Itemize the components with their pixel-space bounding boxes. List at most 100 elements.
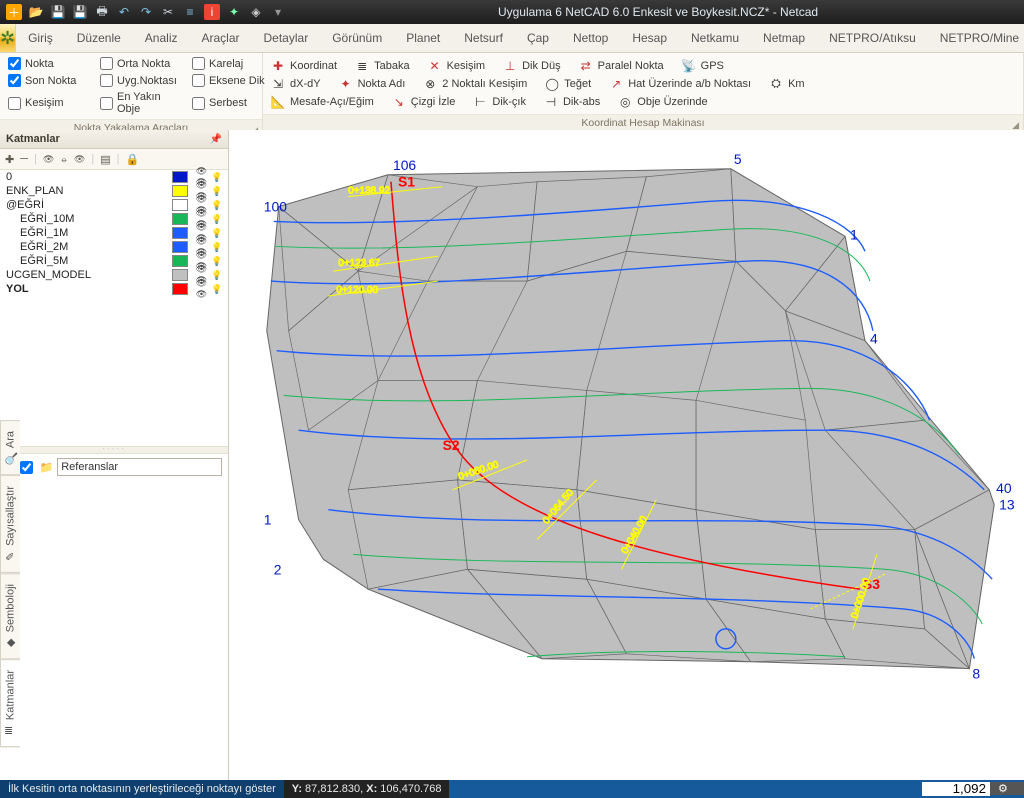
layer-color-swatch[interactable] bbox=[172, 227, 188, 239]
tool-cizgi[interactable]: ↘Çizgi İzle bbox=[392, 95, 456, 109]
menu-detaylar[interactable]: Detaylar bbox=[252, 24, 321, 52]
menu-giris[interactable]: Giriş bbox=[16, 24, 65, 52]
snap-nokta[interactable]: Nokta bbox=[8, 57, 86, 70]
tool-teget[interactable]: ◯Teğet bbox=[545, 77, 591, 91]
qat-redo-icon[interactable]: ↷ bbox=[138, 4, 154, 20]
layer-name: EĞRİ_5M bbox=[6, 255, 172, 267]
qat-more-icon[interactable]: ▾ bbox=[270, 4, 286, 20]
menu-hesap[interactable]: Hesap bbox=[620, 24, 679, 52]
layer-freeze-icon[interactable]: 💡 bbox=[210, 242, 224, 253]
layer-remove-icon[interactable]: ─ bbox=[20, 153, 28, 165]
tool-noktaadi[interactable]: ✦Nokta Adı bbox=[339, 77, 406, 91]
menu-netpro-atiksu[interactable]: NETPRO/Atıksu bbox=[817, 24, 928, 52]
menu-planet[interactable]: Planet bbox=[394, 24, 452, 52]
layer-isolate-icon[interactable]: 👁 bbox=[74, 154, 85, 165]
layer-color-swatch[interactable] bbox=[172, 199, 188, 211]
menu-araclar[interactable]: Araçlar bbox=[189, 24, 251, 52]
layer-add-icon[interactable]: ✚ bbox=[5, 153, 14, 166]
layer-freeze-icon[interactable]: 💡 bbox=[210, 256, 224, 267]
layer-freeze-icon[interactable]: 💡 bbox=[210, 284, 224, 295]
sidetab-katmanlar[interactable]: ≣Katmanlar bbox=[0, 659, 20, 747]
ribbon-group-coord-label: Koordinat Hesap Makinası◢ bbox=[263, 114, 1023, 131]
tool-mesafe[interactable]: 📐Mesafe-Açı/Eğim bbox=[271, 95, 374, 109]
tool-koordinat[interactable]: ✚Koordinat bbox=[271, 59, 337, 73]
qat-extra2-icon[interactable]: ◈ bbox=[248, 4, 264, 20]
layers-list[interactable]: 0👁👁💡ENK_PLAN👁👁💡@EĞRİ👁👁💡EĞRİ_10M👁👁💡EĞRİ_1… bbox=[0, 170, 228, 296]
tool-dikdus[interactable]: ⊥Dik Düş bbox=[503, 59, 561, 73]
menu-gorunum[interactable]: Görünüm bbox=[320, 24, 394, 52]
menu-netmap[interactable]: Netmap bbox=[751, 24, 817, 52]
layer-freeze-icon[interactable]: 💡 bbox=[210, 200, 224, 211]
layer-freeze-icon[interactable]: 💡 bbox=[210, 270, 224, 281]
pin-icon[interactable]: 📌 bbox=[210, 134, 222, 145]
tool-tabaka[interactable]: ≣Tabaka bbox=[355, 59, 409, 73]
menu-netkamu[interactable]: Netkamu bbox=[679, 24, 751, 52]
snap-orta[interactable]: Orta Nokta bbox=[100, 57, 178, 70]
qat-undo-icon[interactable]: ↶ bbox=[116, 4, 132, 20]
menu-netpro-mine[interactable]: NETPRO/Mine bbox=[928, 24, 1024, 52]
layer-freeze-icon[interactable]: 💡 bbox=[210, 228, 224, 239]
qat-print-icon[interactable]: 🖶 bbox=[94, 4, 110, 20]
status-scale-input[interactable] bbox=[922, 782, 990, 796]
snap-karelaj[interactable]: Karelaj bbox=[192, 57, 270, 70]
sidetab-sayisallastir[interactable]: ✎Sayısallaştır bbox=[0, 475, 20, 573]
sidetab-ara[interactable]: 🔍Ara bbox=[0, 420, 20, 475]
layer-freeze-icon[interactable]: 💡 bbox=[210, 186, 224, 197]
qat-list-icon[interactable]: ≡ bbox=[182, 4, 198, 20]
qat-save-icon[interactable]: 💾 bbox=[50, 4, 66, 20]
menu-netsurf[interactable]: Netsurf bbox=[452, 24, 515, 52]
svg-text:13: 13 bbox=[999, 497, 1015, 513]
app-button[interactable]: ✲ bbox=[0, 24, 16, 52]
menu-duzenle[interactable]: Düzenle bbox=[65, 24, 133, 52]
layer-name: EĞRİ_2M bbox=[6, 241, 172, 253]
qat-open-icon[interactable]: 📂 bbox=[28, 4, 44, 20]
snap-yakin[interactable]: En Yakın Obje bbox=[100, 91, 178, 115]
drawing-canvas[interactable]: S1 S2 S3 0+138.92 0+123.67 0+120.00 0+08… bbox=[229, 130, 1024, 780]
snap-kesisim[interactable]: Kesişim bbox=[8, 91, 86, 115]
snap-uyg[interactable]: Uyg.Noktası bbox=[100, 74, 178, 87]
layer-color-swatch[interactable] bbox=[172, 255, 188, 267]
tool-paralel[interactable]: ⇄Paralel Nokta bbox=[579, 59, 664, 73]
layer-lock-icon[interactable]: 🔒 bbox=[125, 153, 139, 166]
layer-props-icon[interactable]: ▤ bbox=[100, 153, 110, 166]
qat-info-icon[interactable]: i bbox=[204, 4, 220, 20]
tool-kesisim[interactable]: ✕Kesişim bbox=[428, 59, 486, 73]
layer-freeze-icon[interactable]: 💡 bbox=[210, 172, 224, 183]
layer-color-swatch[interactable] bbox=[172, 269, 188, 281]
qat-new-icon[interactable]: ＋ bbox=[6, 4, 22, 20]
tool-km[interactable]: ⛭Km bbox=[769, 77, 805, 91]
layer-color-swatch[interactable] bbox=[172, 185, 188, 197]
qat-extra1-icon[interactable]: ✦ bbox=[226, 4, 242, 20]
svg-text:4: 4 bbox=[870, 331, 878, 347]
panel-splitter[interactable]: ····· bbox=[0, 446, 228, 454]
layer-hideall-icon[interactable]: ⦵ bbox=[60, 154, 68, 165]
snap-eksene[interactable]: Eksene Dik bbox=[192, 74, 270, 87]
tool-gps[interactable]: 📡GPS bbox=[682, 59, 724, 73]
layer-visall-icon[interactable]: 👁 bbox=[43, 154, 54, 165]
sidetab-semboloji[interactable]: ◆Semboloji bbox=[0, 573, 20, 659]
tool-hat[interactable]: ↗Hat Üzerinde a/b Noktası bbox=[609, 77, 751, 91]
tool-dikcik[interactable]: ⊢Dik-çık bbox=[473, 95, 526, 109]
layers-panel: Katmanlar📌 ✚ ─ | 👁 ⦵ 👁 | ▤ | 🔒 0👁👁💡ENK_P… bbox=[0, 130, 229, 780]
layer-color-swatch[interactable] bbox=[172, 171, 188, 183]
layer-color-swatch[interactable] bbox=[172, 283, 188, 295]
qat-saveall-icon[interactable]: 💾 bbox=[72, 4, 88, 20]
tool-dikabs[interactable]: ⊣Dik-abs bbox=[544, 95, 600, 109]
layer-row[interactable]: YOL👁👁💡 bbox=[0, 282, 228, 296]
status-settings-icon[interactable]: ⚙ bbox=[990, 782, 1024, 795]
tool-obje[interactable]: ◎Obje Üzerinde bbox=[618, 95, 707, 109]
menu-cap[interactable]: Çap bbox=[515, 24, 561, 52]
qat-cut-icon[interactable]: ✂ bbox=[160, 4, 176, 20]
menu-nettop[interactable]: Nettop bbox=[561, 24, 620, 52]
layer-color-swatch[interactable] bbox=[172, 241, 188, 253]
layer-color-swatch[interactable] bbox=[172, 213, 188, 225]
references-folder-icon: 📁 bbox=[40, 461, 54, 474]
snap-son[interactable]: Son Nokta bbox=[8, 74, 86, 87]
menu-analiz[interactable]: Analiz bbox=[133, 24, 190, 52]
references-checkbox[interactable] bbox=[20, 461, 33, 474]
tool-2noktali[interactable]: ⊗2 Noktalı Kesişim bbox=[423, 77, 527, 91]
references-label[interactable]: Referanslar bbox=[57, 458, 222, 476]
snap-serbest[interactable]: Serbest bbox=[192, 91, 270, 115]
tool-dxdy[interactable]: ⇲dX-dY bbox=[271, 77, 321, 91]
layer-freeze-icon[interactable]: 💡 bbox=[210, 214, 224, 225]
